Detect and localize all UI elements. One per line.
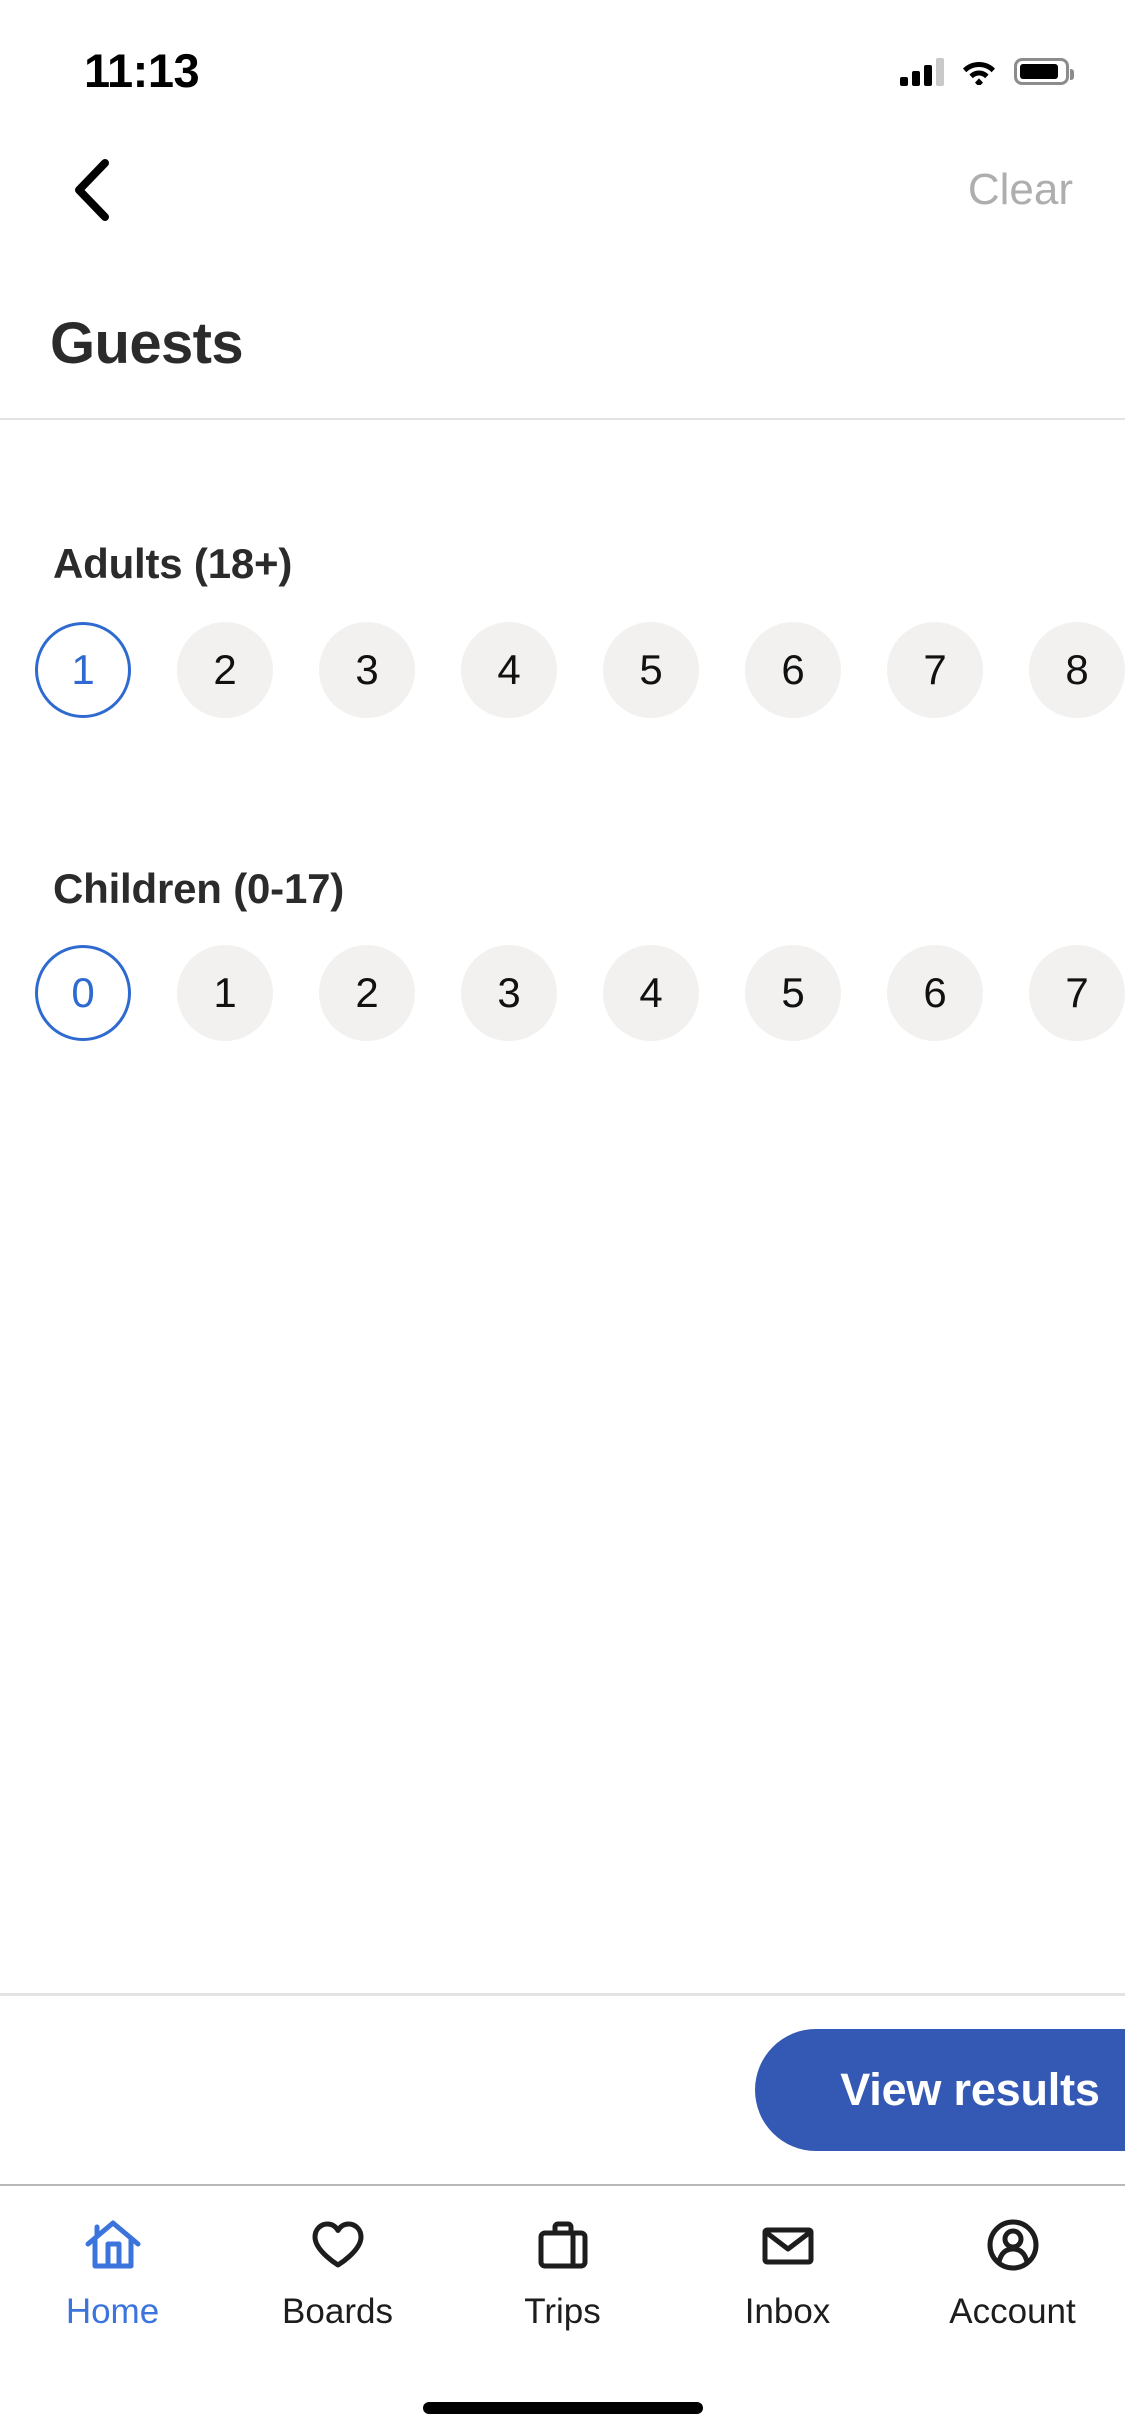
adults-option-chip[interactable]: 6 <box>745 622 841 718</box>
chevron-left-icon <box>75 158 109 221</box>
children-option-chip[interactable]: 1 <box>177 945 273 1041</box>
children-option-chip[interactable]: 6 <box>887 945 983 1041</box>
status-bar: 11:13 <box>0 0 1125 132</box>
bottom-tab-bar: Home Boards Trips Inbox Account <box>0 2186 1125 2368</box>
tab-inbox[interactable]: Inbox <box>675 2186 900 2368</box>
back-button[interactable] <box>36 132 146 247</box>
adults-option-chip[interactable]: 1 <box>35 622 131 718</box>
heart-icon <box>312 2221 363 2268</box>
page-title: Guests <box>50 311 244 376</box>
tab-label: Home <box>65 2292 160 2331</box>
tab-boards[interactable]: Boards <box>225 2186 450 2368</box>
tab-label: Trips <box>524 2292 601 2331</box>
tab-label: Boards <box>282 2292 393 2331</box>
children-option-chip[interactable]: 5 <box>745 945 841 1041</box>
adults-option-chip[interactable]: 8 <box>1029 622 1125 718</box>
adults-option-chip[interactable]: 3 <box>319 622 415 718</box>
envelope-icon <box>762 2227 813 2265</box>
children-section-label: Children (0-17) <box>53 865 345 912</box>
adults-option-chip[interactable]: 4 <box>461 622 557 718</box>
tab-label: Account <box>949 2292 1076 2331</box>
status-time: 11:13 <box>84 43 200 97</box>
children-option-chip[interactable]: 7 <box>1029 945 1125 1041</box>
adults-options-row[interactable]: 1 2 3 4 5 6 7 8 <box>0 622 1125 718</box>
tab-label: Inbox <box>744 2292 831 2331</box>
adults-section-label: Adults (18+) <box>53 540 293 587</box>
tab-account[interactable]: Account <box>900 2186 1125 2368</box>
children-option-chip[interactable]: 4 <box>603 945 699 1041</box>
suitcase-icon <box>538 2221 587 2269</box>
cta-area: View results <box>0 1996 1125 2184</box>
view-results-button[interactable]: View results <box>755 2029 1125 2151</box>
title-divider <box>0 418 1125 420</box>
home-indicator <box>422 2402 703 2414</box>
home-icon <box>85 2220 140 2269</box>
clear-button[interactable]: Clear <box>968 132 1073 247</box>
status-icons <box>900 56 1074 86</box>
battery-icon <box>1014 57 1074 85</box>
children-option-chip[interactable]: 3 <box>461 945 557 1041</box>
tab-trips[interactable]: Trips <box>450 2186 675 2368</box>
tab-home[interactable]: Home <box>0 2186 225 2368</box>
adults-option-chip[interactable]: 5 <box>603 622 699 718</box>
children-option-chip[interactable]: 2 <box>319 945 415 1041</box>
cellular-signal-icon <box>900 56 944 86</box>
adults-option-chip[interactable]: 2 <box>177 622 273 718</box>
children-options-row[interactable]: 0 1 2 3 4 5 6 7 <box>0 945 1125 1041</box>
children-option-chip[interactable]: 0 <box>35 945 131 1041</box>
guests-screen: 11:13 Clear Guests Adults (18+) 1 2 3 4 … <box>0 0 1125 2436</box>
adults-option-chip[interactable]: 7 <box>887 622 983 718</box>
wifi-icon <box>963 61 995 85</box>
person-circle-icon <box>987 2219 1038 2271</box>
nav-bar: Clear <box>0 132 1125 247</box>
